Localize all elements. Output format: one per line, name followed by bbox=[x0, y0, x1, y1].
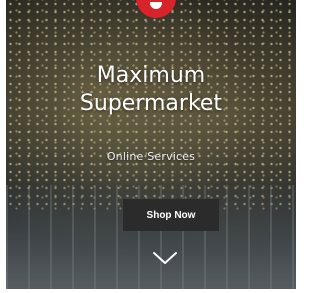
chevron-down-icon[interactable] bbox=[152, 251, 178, 265]
hero-title-line2: Supermarket bbox=[79, 91, 223, 116]
hero-overlay bbox=[6, 0, 296, 289]
hero-title-line1: Maximum bbox=[96, 63, 206, 88]
shop-now-button[interactable]: Shop Now bbox=[123, 199, 219, 231]
hero-section: Maximum Supermarket Online Services Shop… bbox=[6, 0, 296, 289]
hero-title: Maximum Supermarket bbox=[6, 62, 296, 118]
hero-subtitle: Online Services bbox=[106, 150, 196, 163]
logo-mark-icon bbox=[150, 2, 162, 9]
